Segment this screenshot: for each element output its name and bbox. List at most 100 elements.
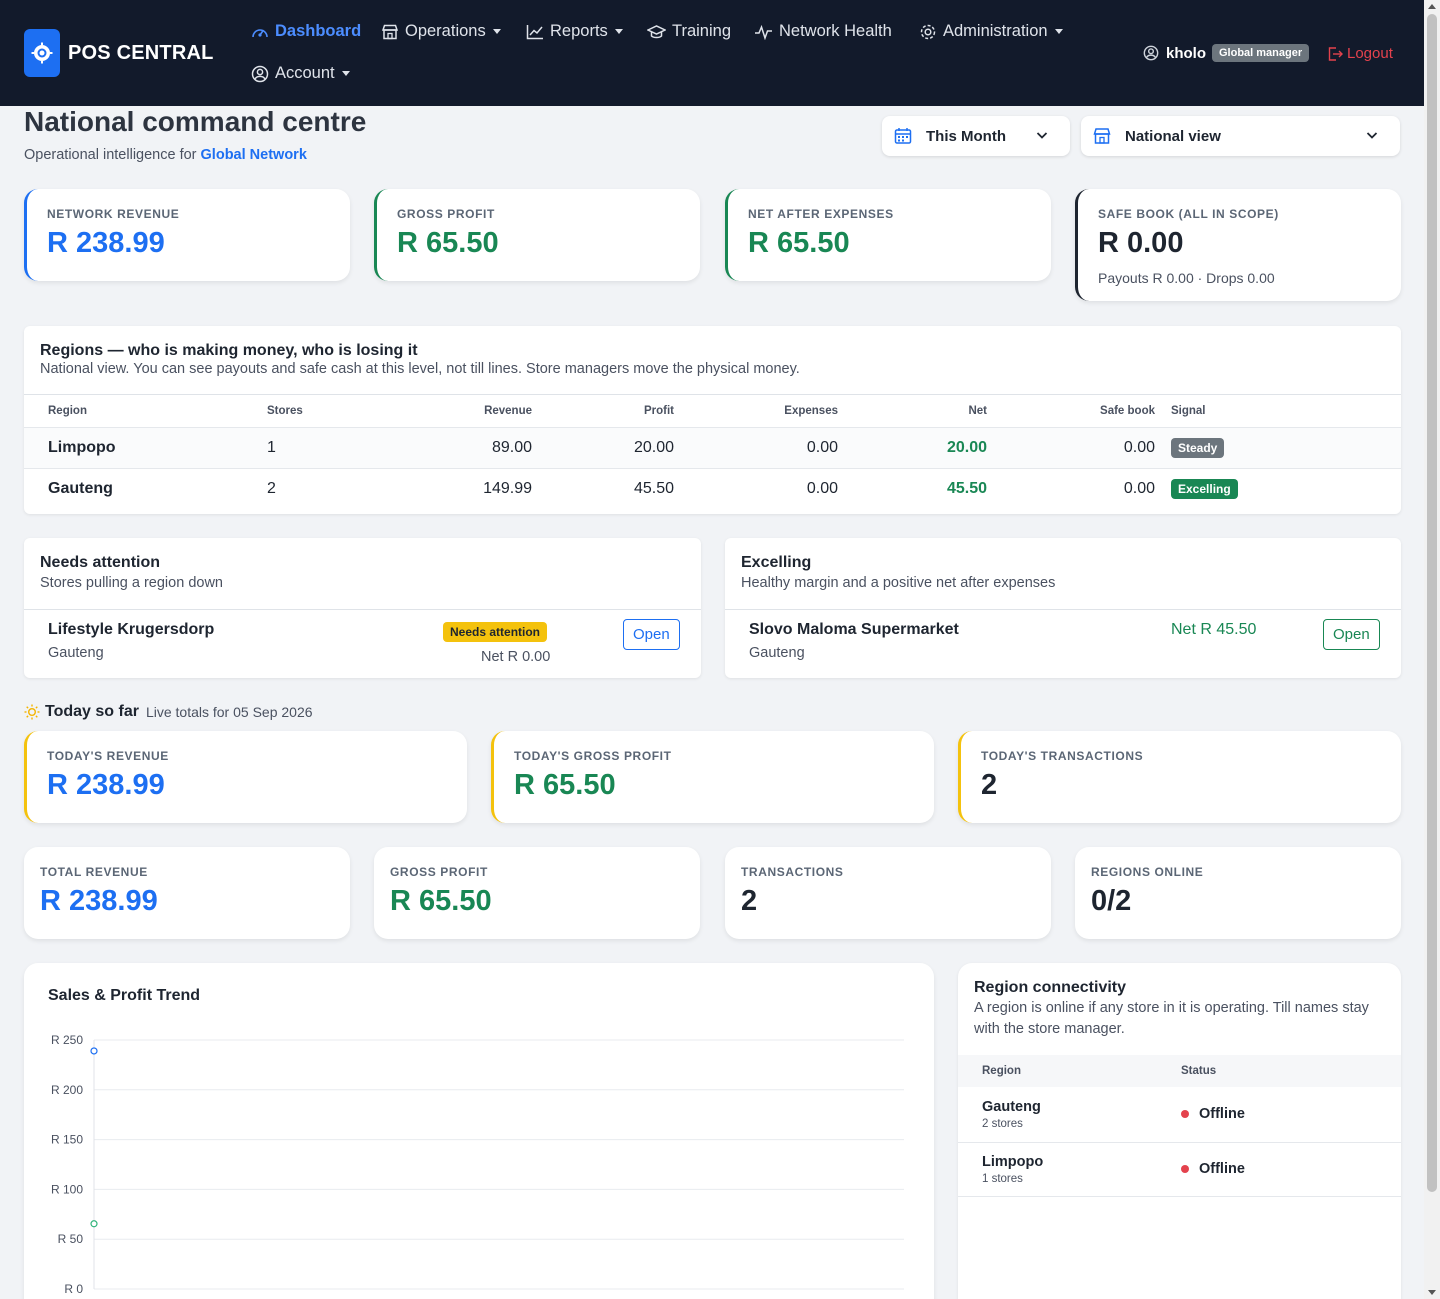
col-region[interactable]: Region — [958, 1055, 1181, 1087]
scroll-up-arrow-icon[interactable] — [1428, 4, 1436, 9]
kpi-value: R 238.99 — [47, 769, 165, 801]
cell-region: Limpopo 1 stores — [958, 1142, 1181, 1197]
y-tick-label: R 150 — [51, 1133, 83, 1147]
cell-safe-book: 0.00 — [987, 468, 1155, 510]
y-tick-label: R 100 — [51, 1182, 83, 1196]
region-name: Limpopo — [982, 1153, 1044, 1170]
col-stores[interactable]: Stores — [267, 395, 397, 428]
kpi-safe-book: SAFE BOOK (ALL IN SCOPE) R 0.00 Payouts … — [1075, 189, 1401, 301]
kpi-network-revenue: NETWORK REVENUE R 238.99 — [24, 189, 350, 281]
col-profit[interactable]: Profit — [532, 395, 674, 428]
logout-link[interactable]: Logout — [1328, 45, 1393, 62]
pulse-icon — [755, 24, 772, 40]
kpi-label: GROSS PROFIT — [390, 865, 488, 879]
cell-region: Limpopo — [24, 427, 267, 469]
scroll-thumb[interactable] — [1427, 14, 1437, 1192]
store-region: Gauteng — [48, 645, 104, 661]
cell-region: Gauteng — [24, 468, 267, 510]
needs-attention-title: Needs attention — [40, 554, 161, 571]
view-select[interactable]: National view — [1081, 116, 1400, 156]
table-row[interactable]: Gauteng 2 149.99 45.50 0.00 45.50 0.00 E… — [24, 468, 1401, 510]
brand[interactable]: POS CENTRAL — [24, 29, 214, 77]
kpi-label: TOTAL REVENUE — [40, 865, 148, 879]
open-button[interactable]: Open — [623, 619, 680, 650]
regions-table: Region Stores Revenue Profit Expenses Ne… — [24, 395, 1401, 510]
shop-icon — [381, 24, 399, 39]
table-row[interactable]: Limpopo 1 stores Offline — [958, 1142, 1401, 1197]
nav-dashboard[interactable]: Dashboard — [251, 22, 361, 41]
regions-header: Regions — who is making money, who is lo… — [24, 326, 1401, 395]
kpi-footnote: Payouts R 0.00 · Drops 0.00 — [1098, 270, 1275, 286]
signal-badge: Excelling — [1171, 479, 1238, 500]
kpi-label: TODAY'S GROSS PROFIT — [514, 749, 672, 763]
user-info[interactable]: kholo Global manager — [1143, 44, 1310, 62]
nav-reports[interactable]: Reports — [526, 22, 623, 41]
table-row[interactable]: Limpopo 1 89.00 20.00 0.00 20.00 0.00 St… — [24, 427, 1401, 469]
nav-account[interactable]: Account — [251, 64, 350, 83]
nav-administration-label: Administration — [943, 22, 1048, 40]
connectivity-header: Region connectivity A region is online i… — [958, 963, 1401, 1055]
kpi-value: R 0.00 — [1098, 227, 1184, 259]
nav-operations-label: Operations — [405, 22, 486, 40]
list-item[interactable]: Lifestyle Krugersdorp Gauteng Needs atte… — [24, 610, 701, 676]
today-title: Today so far — [45, 703, 139, 720]
kpi-label: TODAY'S REVENUE — [47, 749, 169, 763]
today-header: Today so far Live totals for 05 Sep 2026 — [24, 703, 313, 721]
nav-operations[interactable]: Operations — [381, 22, 501, 41]
needs-attention-subtitle: Stores pulling a region down — [40, 575, 223, 591]
cell-revenue: 89.00 — [397, 427, 532, 469]
regions-title: Regions — who is making money, who is lo… — [40, 342, 418, 359]
page-title: National command centre — [24, 106, 367, 137]
store-name: Slovo Maloma Supermarket — [749, 621, 959, 638]
kpi-value: 0/2 — [1091, 885, 1132, 917]
scroll-down-arrow-icon[interactable] — [1428, 1290, 1436, 1295]
regions-panel: Regions — who is making money, who is lo… — [24, 326, 1401, 514]
status-text: Offline — [1199, 1161, 1245, 1177]
nav-training[interactable]: Training — [647, 22, 731, 41]
cell-signal: Steady — [1155, 427, 1401, 469]
sun-icon — [24, 704, 40, 720]
col-revenue[interactable]: Revenue — [397, 395, 532, 428]
col-safe-book[interactable]: Safe book — [987, 395, 1155, 428]
series-0-point[interactable] — [90, 1047, 98, 1055]
connectivity-title: Region connectivity — [974, 979, 1127, 996]
kpi-today-revenue: TODAY'S REVENUE R 238.99 — [24, 731, 467, 823]
col-region[interactable]: Region — [24, 395, 267, 428]
col-net[interactable]: Net — [838, 395, 987, 428]
chevron-down-icon — [1036, 132, 1048, 139]
nav-network-health[interactable]: Network Health — [754, 22, 892, 41]
nav-dashboard-label: Dashboard — [275, 22, 362, 40]
nav-administration[interactable]: Administration — [919, 22, 1063, 41]
caret-down-icon — [1054, 29, 1063, 34]
table-row[interactable]: Gauteng 2 stores Offline — [958, 1087, 1401, 1143]
caret-down-icon — [492, 29, 501, 34]
cell-profit: 45.50 — [532, 468, 674, 510]
kpi-value: R 238.99 — [47, 227, 165, 259]
kpi-regions-online: REGIONS ONLINE 0/2 — [1075, 847, 1401, 939]
cell-stores: 1 — [267, 427, 397, 469]
kpi-label: GROSS PROFIT — [397, 207, 495, 221]
open-button[interactable]: Open — [1323, 619, 1380, 650]
cell-region: Gauteng 2 stores — [958, 1087, 1181, 1143]
cell-net: 20.00 — [838, 427, 987, 469]
cell-status: Offline — [1181, 1087, 1401, 1143]
page-scrollbar[interactable] — [1424, 0, 1440, 1299]
scope-link[interactable]: Global Network — [201, 147, 307, 163]
regions-subtitle: National view. You can see payouts and s… — [40, 361, 800, 377]
col-status[interactable]: Status — [1181, 1055, 1401, 1087]
excelling-header: Excelling Healthy margin and a positive … — [725, 538, 1401, 610]
cell-stores: 2 — [267, 468, 397, 510]
period-select[interactable]: This Month — [882, 116, 1070, 156]
kpi-label: NETWORK REVENUE — [47, 207, 180, 221]
col-expenses[interactable]: Expenses — [674, 395, 838, 428]
kpi-total-revenue: TOTAL REVENUE R 238.99 — [24, 847, 350, 939]
gear-icon — [920, 24, 936, 39]
logout-label: Logout — [1347, 45, 1393, 62]
kpi-value: R 65.50 — [514, 769, 616, 801]
region-connectivity-panel: Region connectivity A region is online i… — [958, 963, 1401, 1299]
series-1-point[interactable] — [90, 1220, 98, 1228]
list-item[interactable]: Slovo Maloma Supermarket Gauteng Net R 4… — [725, 610, 1401, 676]
region-name: Gauteng — [982, 1098, 1041, 1115]
needs-attention-panel: Needs attention Stores pulling a region … — [24, 538, 701, 678]
col-signal[interactable]: Signal — [1155, 395, 1401, 428]
